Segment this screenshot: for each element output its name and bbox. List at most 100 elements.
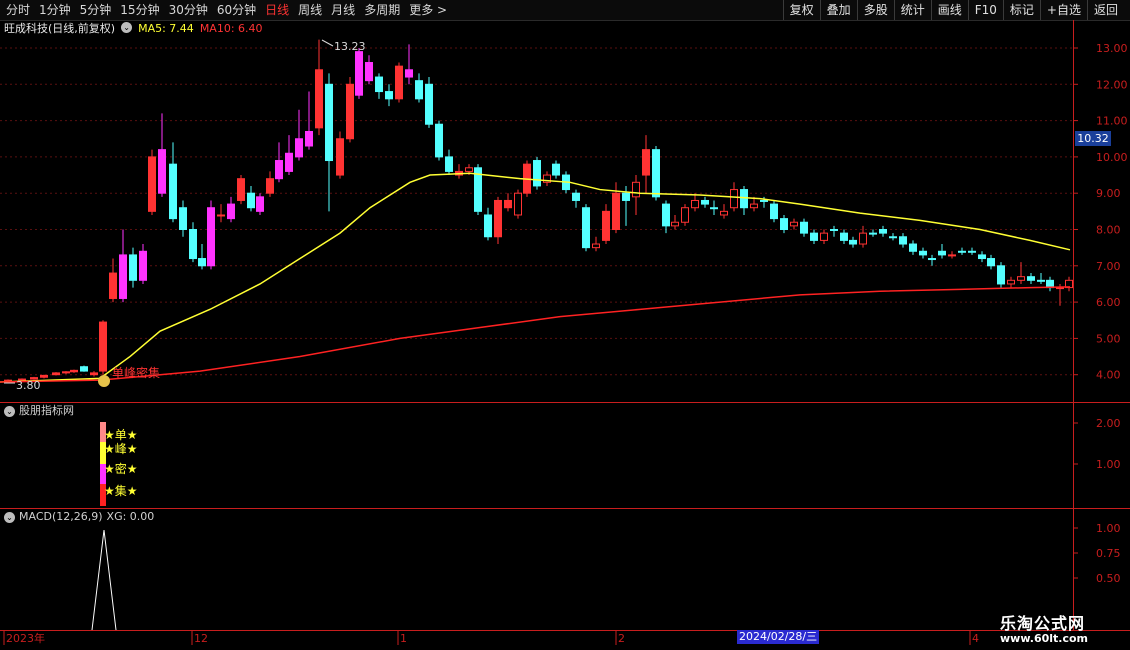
- macd-panel-title[interactable]: MACD(12,26,9): [19, 510, 103, 524]
- candle-body: [375, 76, 383, 93]
- candle-body: [52, 372, 60, 376]
- candle-body: [691, 199, 699, 209]
- candle-body: [119, 254, 127, 299]
- candle-body: [869, 232, 877, 235]
- axis-label: 7.00: [1096, 260, 1121, 273]
- candle-body: [909, 243, 917, 252]
- selected-date: 2024/02/28/三: [737, 630, 820, 644]
- candle-body: [849, 239, 857, 245]
- macd-axis-label: 0.75: [1096, 547, 1121, 560]
- candle-body: [928, 258, 936, 261]
- candle-body: [415, 80, 423, 100]
- watermark-url: www.60lt.com: [1000, 632, 1089, 645]
- candle-body: [158, 149, 166, 194]
- time-axis: 2023年 12 1 2 4: [3, 631, 979, 645]
- time-label: 1: [400, 632, 407, 645]
- candle-body: [295, 138, 303, 158]
- candle-body: [740, 189, 748, 209]
- candle-body: [198, 258, 206, 267]
- candle-body: [70, 369, 78, 373]
- high-price-label: 13.23: [334, 40, 366, 53]
- axis-label: 10.00: [1096, 151, 1128, 164]
- macd-panel-graphics: [91, 529, 117, 631]
- candle-body: [780, 218, 788, 231]
- candle-body: [997, 265, 1005, 285]
- candle-body: [760, 199, 768, 202]
- candle-body: [139, 250, 147, 281]
- candle-body: [879, 229, 887, 234]
- indicator-panel-title[interactable]: 股朋指标网: [19, 404, 74, 418]
- signal-coin-icon: [98, 375, 110, 387]
- axis-label: 11.00: [1096, 115, 1128, 128]
- collapse-icon[interactable]: ⌄: [4, 405, 15, 417]
- candle-body: [62, 371, 70, 374]
- candle-body: [1037, 279, 1045, 282]
- candle-body: [919, 250, 927, 256]
- candle-body: [978, 254, 986, 260]
- candle-body: [227, 203, 235, 220]
- candle-body: [958, 250, 966, 253]
- candle-body: [810, 232, 818, 241]
- macd-axis-label: 1.00: [1096, 522, 1121, 535]
- watermark-title: 乐淘公式网: [1000, 614, 1086, 633]
- candle-body: [355, 51, 363, 96]
- candle-body: [899, 236, 907, 245]
- time-label: 4: [972, 632, 979, 645]
- candle-body: [948, 254, 956, 257]
- candle-body: [1027, 276, 1035, 281]
- macd-axis-label: 0.50: [1096, 572, 1121, 585]
- candle-body: [662, 203, 670, 227]
- candle-body: [99, 321, 107, 372]
- indicator-panel-graphics: ★单★★峰★ ★密★ ★集★: [100, 422, 138, 506]
- candle-body: [336, 138, 344, 176]
- signal-label: 单峰密集: [112, 365, 160, 380]
- ma10-line: [0, 286, 1071, 383]
- candle-body: [129, 254, 137, 281]
- candle-body: [256, 196, 264, 212]
- axis-label: 9.00: [1096, 187, 1121, 200]
- candle-body: [592, 243, 600, 249]
- grid-lines: [0, 47, 1073, 376]
- candle-body: [80, 366, 88, 372]
- candle-body: [800, 221, 808, 234]
- signal-word: ★集★: [104, 483, 138, 498]
- candle-body: [90, 372, 98, 376]
- candle-body: [405, 69, 413, 78]
- current-price-tag: 10.32: [1075, 131, 1111, 146]
- candle-body: [514, 192, 522, 216]
- price-axis: 13.00 12.00 11.00 10.00 9.00 8.00 7.00 6.00 5.00…: [1073, 42, 1128, 585]
- candle-body: [207, 207, 215, 267]
- candle-body: [346, 83, 354, 140]
- candle-body: [681, 207, 689, 223]
- candle-body: [602, 210, 610, 241]
- axis-label: 6.00: [1096, 296, 1121, 309]
- candle-body: [189, 229, 197, 260]
- candle-body: [365, 62, 373, 82]
- low-price-label: 3.80: [16, 379, 41, 392]
- high-price-pointer: [321, 39, 334, 47]
- candle-body: [315, 69, 323, 129]
- candle-body: [504, 199, 512, 209]
- signal-word: ★单★: [104, 428, 138, 442]
- candle-body: [710, 207, 718, 210]
- indicator-axis-label: 1.00: [1096, 458, 1121, 471]
- candle-body: [395, 65, 403, 100]
- indicator-panel-header: ⌄ 股朋指标网: [4, 404, 74, 418]
- candle-body: [632, 181, 640, 198]
- candle-body: [445, 156, 453, 172]
- ma5-line: [0, 172, 1071, 383]
- candle-body: [987, 258, 995, 267]
- candle-body: [179, 207, 187, 231]
- candle-body: [285, 152, 293, 172]
- candle-body: [484, 214, 492, 238]
- axis-label: 12.00: [1096, 78, 1128, 91]
- candle-body: [247, 192, 255, 209]
- candle-body: [968, 250, 976, 253]
- candle-body: [701, 199, 709, 205]
- time-label: 2023年: [6, 631, 45, 645]
- candle-body: [889, 236, 897, 239]
- chart-frame: [0, 20, 1130, 631]
- collapse-icon[interactable]: ⌄: [4, 511, 15, 523]
- axis-label: 13.00: [1096, 42, 1128, 55]
- price-chart[interactable]: 13.0012.0011.0010.009.008.007.006.005.00…: [0, 0, 1130, 650]
